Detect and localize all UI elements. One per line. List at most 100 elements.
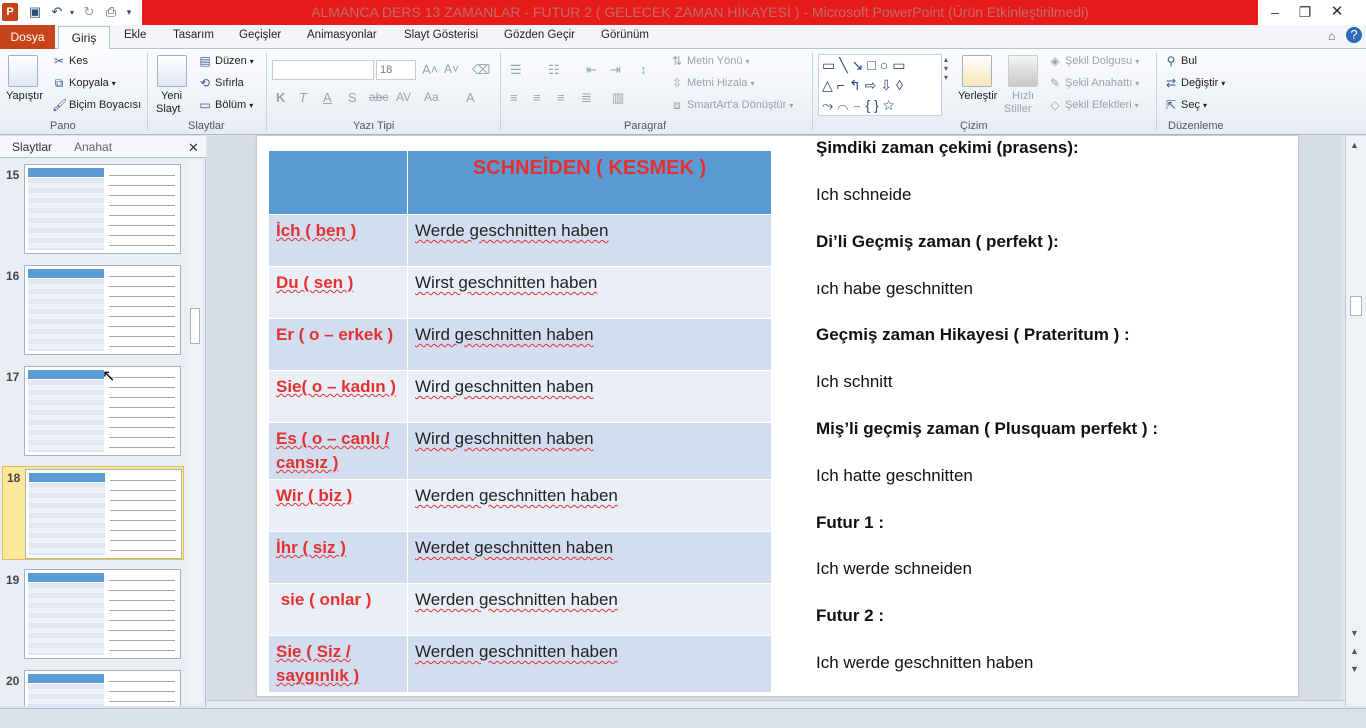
shape-fill-button[interactable]: ◈ Şekil Dolgusu ▾	[1048, 54, 1139, 68]
slide-thumbnail[interactable]: 16	[0, 265, 190, 361]
paste-icon[interactable]	[8, 55, 38, 87]
print-preview-icon[interactable]: ⎙	[102, 3, 120, 21]
tab-gorunum[interactable]: Görünüm	[601, 29, 649, 41]
tab-anahat[interactable]: Anahat	[74, 140, 112, 154]
italic-icon[interactable]: T	[299, 90, 307, 105]
decrease-indent-icon[interactable]: ⇤	[586, 62, 597, 78]
character-spacing-icon[interactable]: AV	[396, 90, 411, 104]
customize-qat-icon[interactable]: ▾	[122, 3, 136, 21]
align-center-icon[interactable]: ≡	[533, 90, 541, 105]
format-painter-button[interactable]: 🖌 Biçim Boyacısı	[52, 98, 141, 112]
justify-icon[interactable]: ≣	[581, 90, 592, 106]
section-button[interactable]: ▭ Bölüm ▾	[198, 98, 253, 112]
new-slide-label-1[interactable]: Yeni	[161, 90, 182, 102]
quick-styles-label-2[interactable]: Stiller	[1004, 103, 1032, 115]
undo-icon[interactable]: ↶	[48, 3, 66, 21]
close-pane-icon[interactable]: ✕	[188, 140, 199, 156]
slide-thumbnail[interactable]: 17	[0, 366, 190, 462]
shape-effects-button[interactable]: ◇ Şekil Efektleri ▾	[1048, 98, 1138, 112]
shape-outline-button[interactable]: ✎ Şekil Anahattı ▾	[1048, 76, 1139, 90]
bullets-icon[interactable]: ☰	[510, 62, 522, 78]
arrange-icon[interactable]	[962, 55, 992, 87]
text-direction-button[interactable]: ⇅ Metin Yönü ▾	[670, 54, 750, 68]
slides-scrollbar[interactable]	[188, 160, 202, 704]
tab-tasarim[interactable]: Tasarım	[173, 29, 214, 41]
restore-icon[interactable]: ❐	[1290, 2, 1320, 22]
section-label: Bölüm	[215, 99, 247, 111]
tab-dosya[interactable]: Dosya	[0, 25, 55, 49]
scroll-down-icon[interactable]: ▼	[1350, 628, 1359, 638]
paste-button[interactable]: Yapıştır	[6, 90, 43, 102]
vertical-scrollbar[interactable]: ▲ ▼ ▲ ▼	[1345, 136, 1366, 706]
tab-giris[interactable]: Giriş	[58, 26, 110, 50]
layout-button[interactable]: ▤ Düzen ▾	[198, 54, 253, 68]
shadow-icon[interactable]: S	[348, 90, 357, 105]
slide-preview[interactable]	[24, 569, 181, 659]
scrollbar-thumb[interactable]	[1350, 296, 1362, 316]
format-painter-label: Biçim Boyacısı	[69, 99, 142, 111]
reset-label: Sıfırla	[215, 77, 244, 89]
scrollbar-thumb[interactable]	[190, 308, 200, 344]
slide-preview[interactable]	[25, 469, 182, 559]
slide-thumbnail-selected[interactable]: 18	[2, 466, 184, 560]
slide-thumbnail[interactable]: 20	[0, 670, 190, 706]
redo-icon[interactable]: ↻	[80, 3, 98, 21]
previous-slide-icon[interactable]: ▲	[1350, 646, 1359, 656]
slide-thumbnail[interactable]: 19	[0, 569, 190, 665]
help-icon[interactable]: ?	[1346, 27, 1362, 43]
tab-gozden-gecir[interactable]: Gözden Geçir	[504, 29, 575, 41]
font-name-field[interactable]	[272, 60, 374, 80]
tab-slaytlar[interactable]: Slaytlar	[12, 140, 52, 154]
shapes-gallery-more-icon[interactable]: ▴ ▾ ▾	[944, 55, 948, 82]
quick-styles-icon[interactable]	[1008, 55, 1038, 87]
tense-example: Ich schnitt	[816, 372, 893, 391]
shrink-font-icon[interactable]: A˅	[444, 62, 459, 76]
shapes-gallery[interactable]: ▭╲↘□○▭ △⌐↰⇨⇩◊ ⤳⌒⌢{}☆	[818, 54, 942, 116]
tab-animasyonlar[interactable]: Animasyonlar	[307, 29, 377, 41]
minimize-ribbon-icon[interactable]: ⌂	[1328, 29, 1335, 43]
smartart-button[interactable]: ⧈ SmartArt'a Dönüştür ▾	[670, 98, 793, 112]
quick-styles-label-1[interactable]: Hızlı	[1012, 90, 1034, 102]
new-slide-icon[interactable]	[157, 55, 187, 87]
clear-formatting-icon[interactable]: ⌫	[472, 62, 490, 78]
columns-icon[interactable]: ▥	[612, 90, 624, 106]
scroll-up-icon[interactable]: ▲	[1350, 140, 1359, 150]
slide-thumbnail[interactable]: 15	[0, 164, 190, 260]
tab-gecisler[interactable]: Geçişler	[239, 29, 281, 41]
underline-icon[interactable]: A	[323, 90, 332, 105]
save-icon[interactable]: ▣	[26, 3, 44, 21]
copy-button[interactable]: ⧉ Kopyala ▾	[52, 76, 116, 90]
reset-button[interactable]: ⟲ Sıfırla	[198, 76, 244, 90]
arrange-button[interactable]: Yerleştir	[958, 90, 997, 102]
tab-ekle[interactable]: Ekle	[124, 29, 146, 41]
font-color-icon[interactable]: A	[466, 90, 475, 105]
strikethrough-icon[interactable]: abc	[369, 90, 388, 104]
numbering-icon[interactable]: ☷	[548, 62, 560, 78]
pronoun-text: İch ( ben )	[276, 221, 357, 240]
increase-indent-icon[interactable]: ⇥	[610, 62, 621, 78]
align-right-icon[interactable]: ≡	[557, 90, 565, 105]
new-slide-label-2[interactable]: Slayt	[156, 103, 180, 115]
undo-dropdown-icon[interactable]: ▾	[68, 3, 76, 21]
group-divider	[266, 53, 267, 131]
slide-number: 19	[6, 573, 20, 587]
find-button[interactable]: ⚲ Bul	[1164, 54, 1197, 68]
next-slide-icon[interactable]: ▼	[1350, 664, 1359, 674]
powerpoint-logo-icon: P	[2, 3, 18, 21]
grow-font-icon[interactable]: A˄	[422, 62, 438, 77]
close-icon[interactable]: ✕	[1322, 2, 1352, 22]
minimize-icon[interactable]: –	[1260, 2, 1290, 22]
align-left-icon[interactable]: ≡	[510, 90, 518, 105]
slide-preview[interactable]	[24, 265, 181, 355]
tab-slayt-gosterisi[interactable]: Slayt Gösterisi	[404, 29, 478, 41]
font-size-field[interactable]: 18	[376, 60, 416, 80]
select-button[interactable]: ⇱ Seç ▾	[1164, 98, 1207, 112]
line-spacing-icon[interactable]: ↕	[640, 62, 647, 77]
cut-button[interactable]: ✂ Kes	[52, 54, 88, 68]
replace-button[interactable]: ⇄ Değiştir ▾	[1164, 76, 1225, 90]
slide-preview[interactable]	[24, 164, 181, 254]
align-text-button[interactable]: ⇳ Metni Hizala ▾	[670, 76, 755, 90]
change-case-icon[interactable]: Aa	[424, 90, 439, 104]
bold-icon[interactable]: K	[276, 90, 285, 105]
slide-preview[interactable]	[24, 670, 181, 706]
